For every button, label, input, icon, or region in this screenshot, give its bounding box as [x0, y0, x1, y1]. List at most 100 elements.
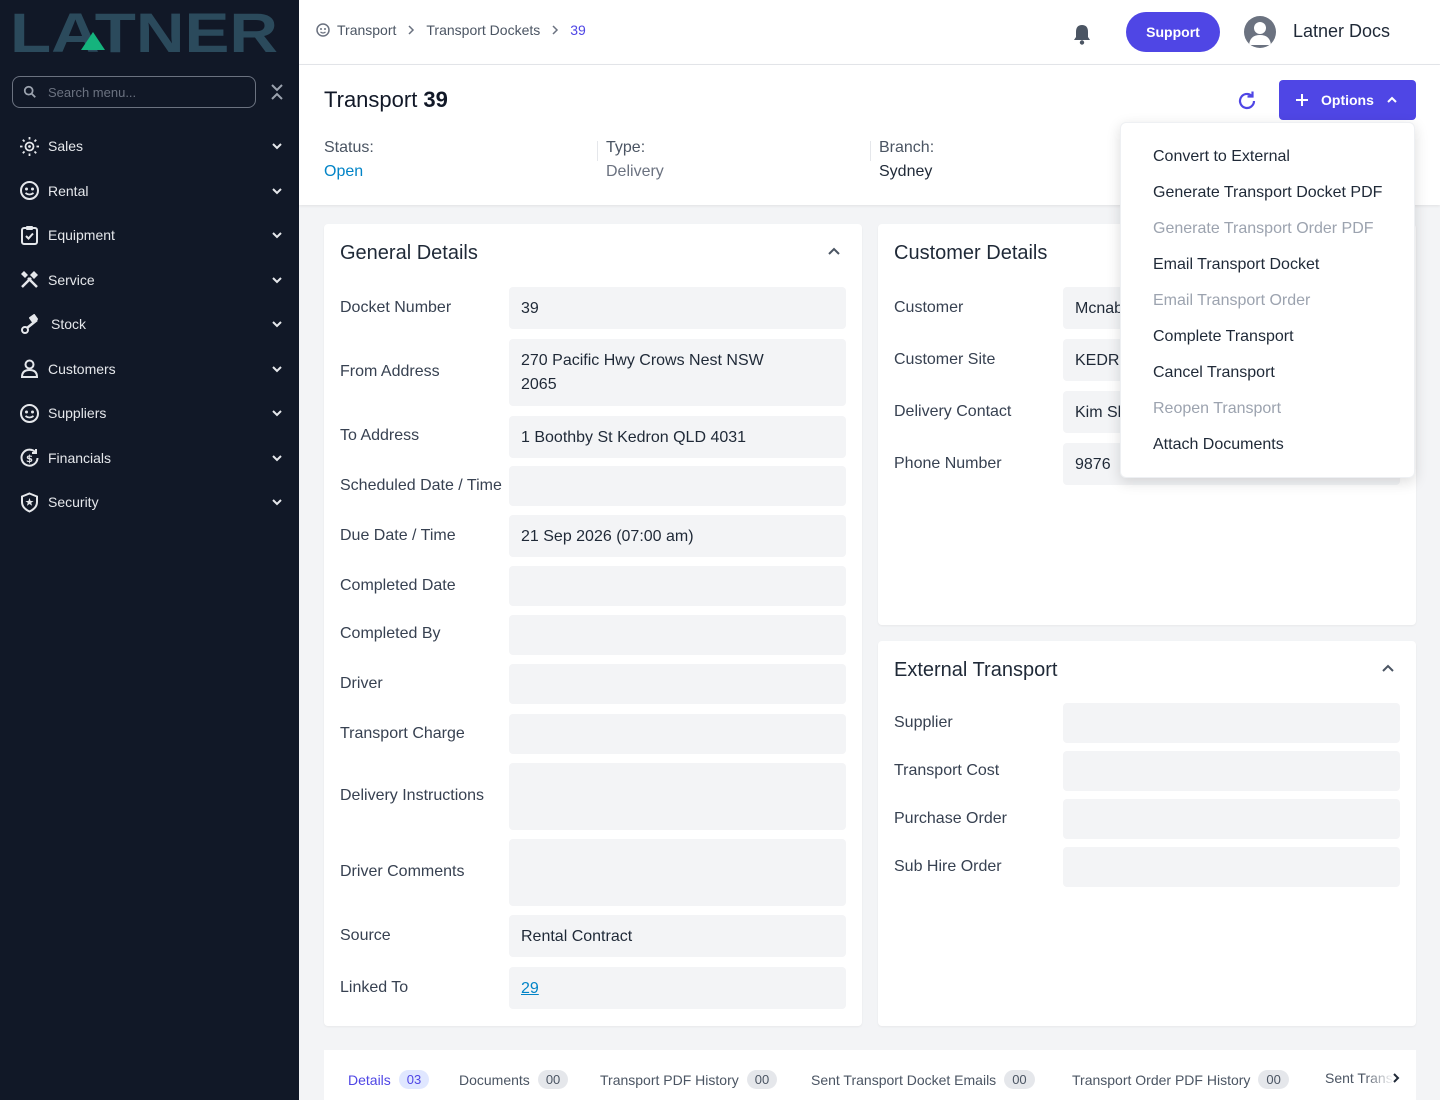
sun-icon: [19, 136, 40, 157]
card-title: External Transport: [894, 659, 1058, 681]
branch-field: Branch: Sydney: [879, 139, 934, 181]
sidebar-item-security[interactable]: Security: [0, 480, 299, 525]
sidebar-item-label: Suppliers: [48, 405, 107, 422]
tab-label: Transport PDF History: [600, 1071, 739, 1088]
sidebar: LATNER Sales Rental Equipment Service: [0, 0, 299, 1100]
chevron-up-icon[interactable]: [827, 244, 841, 258]
svg-text:$: $: [26, 454, 33, 465]
user-icon: [19, 358, 40, 379]
options-button[interactable]: Options: [1279, 80, 1416, 120]
options-label: Options: [1321, 92, 1374, 108]
breadcrumb-transport-dockets[interactable]: Transport Dockets: [426, 22, 540, 38]
delivery-instructions-field: [509, 763, 846, 830]
field-label: Driver Comments: [340, 863, 465, 880]
refresh-icon[interactable]: [1236, 90, 1258, 112]
to-address-field: 1 Boothby St Kedron QLD 4031: [509, 416, 846, 458]
divider: [597, 141, 598, 161]
driver-field: [509, 664, 846, 704]
field-label: To Address: [340, 427, 420, 444]
chevron-up-icon[interactable]: [1381, 661, 1395, 675]
breadcrumb-transport[interactable]: Transport: [337, 22, 396, 38]
tab-sent-docket-emails[interactable]: Sent Transport Docket Emails 00: [811, 1070, 1035, 1089]
sidebar-item-label: Equipment: [48, 227, 115, 244]
chevron-right-icon: [408, 25, 415, 35]
latner-logo[interactable]: LATNER: [10, 8, 282, 56]
user-name[interactable]: Latner Docs: [1293, 21, 1390, 42]
menu-item-attach-documents[interactable]: Attach Documents: [1153, 436, 1284, 454]
due-date-field: 21 Sep 2026 (07:00 am): [509, 515, 846, 557]
field-label: Driver: [340, 675, 383, 692]
page-title: Transport 39: [324, 87, 448, 113]
transport-icon: [316, 23, 330, 37]
search-input[interactable]: [48, 84, 238, 100]
field-label: From Address: [340, 363, 440, 380]
tab-bar: Details 03 Documents 00 Transport PDF Hist…: [324, 1050, 1416, 1100]
transport-charge-field: [509, 714, 846, 754]
sidebar-item-stock[interactable]: Stock: [0, 302, 299, 347]
chevron-right-icon[interactable]: [1390, 1072, 1402, 1084]
type-label: Type:: [606, 139, 646, 156]
tab-label: Documents: [459, 1071, 530, 1088]
chevron-down-icon: [272, 232, 282, 239]
field-label: Purchase Order: [894, 810, 1007, 827]
sidebar-item-customers[interactable]: Customers: [0, 347, 299, 392]
completed-date-field: [509, 566, 846, 606]
collapse-sidebar-icon[interactable]: [268, 82, 286, 102]
menu-item-complete-transport[interactable]: Complete Transport: [1153, 328, 1294, 346]
linked-to-field: 29: [509, 967, 846, 1009]
sidebar-item-label: Financials: [48, 449, 112, 466]
chevron-down-icon: [272, 499, 282, 506]
face-icon: [19, 403, 40, 424]
sidebar-item-label: Stock: [51, 316, 87, 333]
tab-documents[interactable]: Documents 00: [459, 1070, 569, 1089]
field-label: Completed Date: [340, 577, 456, 594]
linked-to-link[interactable]: 29: [521, 980, 539, 997]
breadcrumb-current: 39: [570, 22, 586, 38]
field-label: Sub Hire Order: [894, 858, 1002, 875]
chevron-right-icon: [552, 25, 559, 35]
chevron-down-icon: [272, 454, 282, 461]
tab-details[interactable]: Details 03: [348, 1070, 430, 1089]
chevron-down-icon: [272, 410, 282, 417]
sidebar-item-service[interactable]: Service: [0, 258, 299, 303]
sidebar-item-financials[interactable]: $ Financials: [0, 436, 299, 481]
sidebar-item-label: Security: [48, 494, 99, 511]
from-address-field: 270 Pacific Hwy Crows Nest NSW 2065: [509, 339, 846, 406]
sidebar-item-equipment[interactable]: Equipment: [0, 213, 299, 258]
branch-label: Branch:: [879, 139, 935, 156]
field-label: Supplier: [894, 714, 953, 731]
tab-transport-pdf-history[interactable]: Transport PDF History 00: [600, 1070, 778, 1089]
purchase-order-field: [1063, 799, 1400, 839]
sidebar-search[interactable]: [12, 76, 256, 108]
branch-value: Sydney: [879, 163, 933, 180]
status-label: Status:: [324, 139, 374, 156]
sidebar-item-label: Rental: [48, 182, 89, 199]
tab-count-badge: 00: [1258, 1070, 1289, 1089]
docket-number-field: 39: [509, 287, 846, 329]
tab-count-badge: 00: [537, 1070, 569, 1089]
support-button[interactable]: Support: [1126, 12, 1220, 52]
field-label: Transport Cost: [894, 762, 1000, 779]
menu-item-reopen-transport: Reopen Transport: [1153, 400, 1282, 417]
chevron-down-icon: [272, 143, 282, 150]
menu-item-convert-to-external[interactable]: Convert to External: [1153, 148, 1290, 166]
breadcrumb: Transport Transport Dockets 39: [316, 22, 586, 38]
sidebar-item-suppliers[interactable]: Suppliers: [0, 391, 299, 436]
menu-item-cancel-transport[interactable]: Cancel Transport: [1153, 364, 1275, 382]
avatar[interactable]: [1244, 16, 1276, 48]
tab-order-pdf-history[interactable]: Transport Order PDF History 00: [1072, 1070, 1289, 1089]
external-transport-card: External Transport Supplier Transport Co…: [878, 641, 1416, 1026]
dolly-icon: [19, 313, 40, 335]
menu-item-email-docket[interactable]: Email Transport Docket: [1153, 256, 1319, 274]
sidebar-item-label: Customers: [48, 360, 116, 377]
field-label: Delivery Contact: [894, 403, 1012, 420]
chevron-up-icon: [1387, 96, 1397, 103]
face-icon: [19, 180, 40, 201]
menu-item-email-order: Email Transport Order: [1153, 292, 1311, 309]
sidebar-item-rental[interactable]: Rental: [0, 169, 299, 214]
sidebar-item-sales[interactable]: Sales: [0, 124, 299, 169]
menu-item-generate-docket-pdf[interactable]: Generate Transport Docket PDF: [1153, 184, 1382, 202]
bell-icon[interactable]: [1071, 23, 1093, 45]
supplier-field: [1063, 703, 1400, 743]
tab-label: Details: [348, 1071, 391, 1088]
